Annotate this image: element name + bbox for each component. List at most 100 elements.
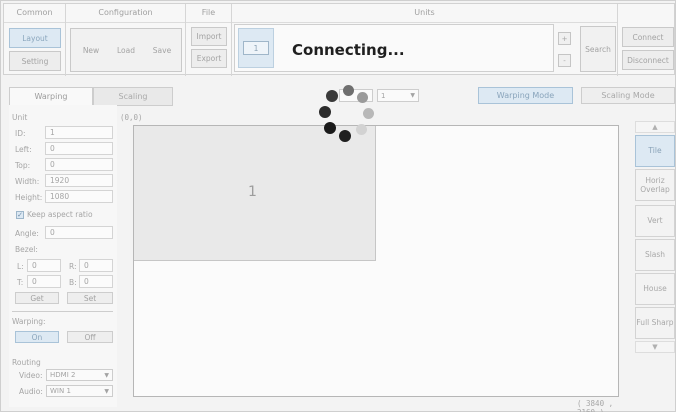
shape-house-button[interactable]: House <box>635 273 675 305</box>
extent-coordinate: ( 3840 , 2160 ) <box>577 399 614 412</box>
search-button[interactable]: Search <box>580 26 616 72</box>
setting-button[interactable]: Setting <box>9 51 61 71</box>
layout-button[interactable]: Layout <box>9 28 61 48</box>
ribbon-group-units: Units 1 Connecting... + - Search <box>232 4 618 76</box>
keep-aspect-label: Keep aspect ratio <box>27 210 93 219</box>
ribbon-group-title: Units <box>414 8 435 17</box>
video-label: Video: <box>19 371 43 380</box>
spinner-dot <box>343 85 354 96</box>
spinner-dot <box>319 106 331 118</box>
warping-on-button[interactable]: On <box>15 331 59 343</box>
layout-canvas[interactable]: 1 ( 3840 , 2160 ) <box>133 125 619 412</box>
scaling-mode-button[interactable]: Scaling Mode <box>581 87 675 104</box>
bezel-r-label: R: <box>69 262 77 271</box>
set-button[interactable]: Set <box>67 292 113 304</box>
shape-tile-button[interactable]: Tile <box>635 135 675 167</box>
spinner-dot <box>357 92 368 103</box>
display-screen-number: 1 <box>248 184 257 200</box>
tab-warping[interactable]: Warping <box>9 87 93 106</box>
unit-section-label: Unit <box>12 113 28 122</box>
keep-aspect-checkbox[interactable]: ✓ <box>16 211 24 219</box>
audio-source-value: WIN 1 <box>50 387 71 395</box>
save-button[interactable]: Save <box>144 28 180 72</box>
connecting-status: Connecting... <box>292 41 405 59</box>
left-label: Left: <box>15 145 32 154</box>
ribbon-group-title: Common <box>16 8 53 17</box>
ribbon-group-configuration: Configuration New Load Save <box>66 4 186 76</box>
height-label: Height: <box>15 193 43 202</box>
disconnect-button[interactable]: Disconnect <box>622 50 674 70</box>
width-label: Width: <box>15 177 40 186</box>
bezel-b-field[interactable]: 0 <box>79 275 113 288</box>
unit-select-value: 1 <box>381 91 386 100</box>
bezel-r-field[interactable]: 0 <box>79 259 113 272</box>
height-field[interactable]: 1080 <box>45 190 113 203</box>
divider <box>232 22 617 23</box>
bezel-l-field[interactable]: 0 <box>27 259 61 272</box>
spinner-dot <box>363 108 374 119</box>
divider <box>186 22 231 23</box>
warping-off-button[interactable]: Off <box>67 331 113 343</box>
shape-slash-button[interactable]: Slash <box>635 239 675 271</box>
unit-tile[interactable]: 1 <box>238 28 274 68</box>
id-field[interactable]: 1 <box>45 126 113 139</box>
tab-scaling[interactable]: Scaling <box>93 87 173 106</box>
connect-button[interactable]: Connect <box>622 27 674 47</box>
top-field[interactable]: 0 <box>45 158 113 171</box>
video-source-value: HDMI 2 <box>50 371 76 379</box>
bezel-b-label: B: <box>69 278 77 287</box>
id-label: ID: <box>15 129 26 138</box>
audio-label: Audio: <box>19 387 43 396</box>
shape-full-sharp-button[interactable]: Full Sharp <box>635 307 675 339</box>
get-button[interactable]: Get <box>15 292 59 304</box>
warping-mode-button[interactable]: Warping Mode <box>478 87 573 104</box>
spinner-dot <box>324 122 336 134</box>
loading-spinner-icon <box>319 83 379 143</box>
import-button[interactable]: Import <box>191 27 227 46</box>
bezel-t-field[interactable]: 0 <box>27 275 61 288</box>
divider <box>4 22 65 23</box>
unit-select[interactable]: 1 ▼ <box>377 89 419 102</box>
routing-label: Routing <box>12 358 41 367</box>
scroll-down-icon[interactable]: ▼ <box>635 341 675 353</box>
new-button[interactable]: New <box>74 28 108 72</box>
chevron-down-icon: ▼ <box>104 372 109 379</box>
shape-vert-button[interactable]: Vert <box>635 205 675 237</box>
divider <box>66 22 185 23</box>
audio-source-select[interactable]: WIN 1 ▼ <box>46 385 113 397</box>
chevron-down-icon: ▼ <box>410 92 415 99</box>
ribbon-toolbar: Common Layout Setting Configuration New … <box>3 3 676 76</box>
ribbon-group-common: Common Layout Setting <box>4 4 66 76</box>
video-source-select[interactable]: HDMI 2 ▼ <box>46 369 113 381</box>
unit-tile-number: 1 <box>243 41 269 55</box>
divider <box>12 311 113 312</box>
angle-label: Angle: <box>15 229 39 238</box>
scroll-up-icon[interactable]: ▲ <box>635 121 675 133</box>
angle-field[interactable]: 0 <box>45 226 113 239</box>
export-button[interactable]: Export <box>191 49 227 68</box>
ribbon-group-title: Configuration <box>98 8 153 17</box>
panel-tabs: Warping Scaling <box>9 87 175 106</box>
load-button[interactable]: Load <box>109 28 143 72</box>
spinner-dot <box>356 124 367 135</box>
units-list: 1 Connecting... <box>234 24 554 72</box>
unit-properties-panel: Unit ID: 1 Left: 0 Top: 0 Width: 1920 He… <box>9 105 117 407</box>
bezel-label: Bezel: <box>15 245 38 254</box>
left-field[interactable]: 0 <box>45 142 113 155</box>
remove-unit-button[interactable]: - <box>558 54 571 67</box>
origin-coordinate: (0,0) <box>120 113 143 122</box>
app-window: Common Layout Setting Configuration New … <box>0 0 676 412</box>
bezel-t-label: T: <box>17 278 24 287</box>
bezel-l-label: L: <box>17 262 24 271</box>
width-field[interactable]: 1920 <box>45 174 113 187</box>
top-label: Top: <box>15 161 31 170</box>
ribbon-group-connect: Connect Disconnect <box>618 4 676 76</box>
spinner-dot <box>339 130 351 142</box>
spinner-dot <box>326 90 338 102</box>
ribbon-group-title: File <box>201 8 216 17</box>
add-unit-button[interactable]: + <box>558 32 571 45</box>
warping-label: Warping: <box>12 317 46 326</box>
ribbon-group-file: File Import Export <box>186 4 232 76</box>
display-screen[interactable]: 1 <box>134 126 376 261</box>
shape-horiz-overlap-button[interactable]: Horiz Overlap <box>635 169 675 201</box>
